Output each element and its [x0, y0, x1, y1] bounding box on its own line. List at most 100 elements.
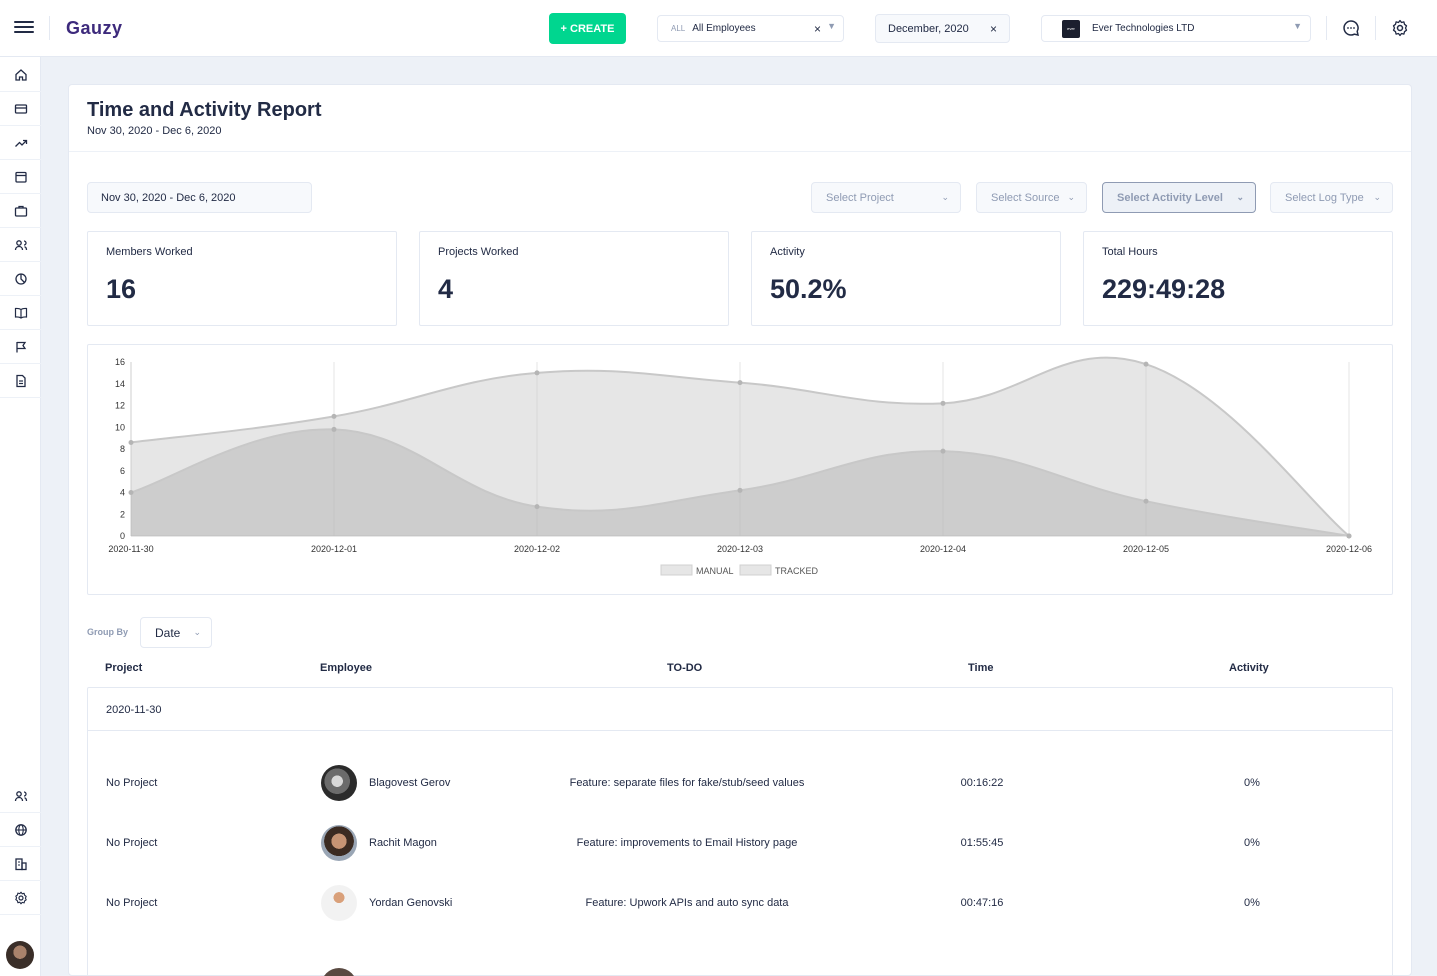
avatar[interactable]	[6, 941, 34, 969]
data-point-manual	[1143, 498, 1149, 504]
stat-value: 50.2%	[770, 274, 847, 304]
organization-name: Ever Technologies LTD	[1092, 23, 1195, 34]
legend-swatch	[660, 564, 693, 576]
menu-icon[interactable]	[14, 18, 34, 38]
flag-icon[interactable]	[0, 330, 41, 364]
cell-todo: Feature: separate files for fake/stub/se…	[569, 777, 805, 789]
legend-swatch	[739, 564, 772, 576]
data-point-tracked	[534, 370, 540, 376]
stat-value: 16	[106, 274, 137, 304]
top-header: Gauzy + CREATE ALL All Employees × ▼ Dec…	[0, 0, 1437, 57]
cell-todo: Feature: Upwork APIs and auto sync data	[585, 897, 789, 909]
employee-select-prefix: ALL	[671, 24, 686, 33]
x-tick-label: 2020-12-01	[311, 544, 357, 554]
cell-activity: 0%	[1244, 777, 1260, 789]
report-card: Time and Activity Report Nov 30, 2020 - …	[68, 84, 1412, 976]
cell-employee: Rachit Magon	[369, 837, 437, 849]
chat-icon[interactable]	[1342, 19, 1360, 37]
y-tick-label: 16	[115, 357, 125, 367]
month-picker-value: December, 2020	[888, 22, 969, 35]
cell-employee: Yordan Genovski	[369, 897, 453, 909]
home-icon[interactable]	[0, 58, 41, 92]
chevron-down-icon: ⌄	[1373, 192, 1381, 202]
avatar	[321, 765, 357, 801]
date-range-input[interactable]: Nov 30, 2020 - Dec 6, 2020	[87, 182, 312, 213]
log-type-select-placeholder: Select Log Type	[1285, 191, 1364, 204]
month-picker[interactable]: December, 2020 ×	[875, 14, 1010, 43]
organization-select[interactable]: ever Ever Technologies LTD ▼	[1041, 15, 1311, 42]
settings-icon[interactable]	[0, 881, 41, 915]
stat-value: 4	[438, 274, 454, 304]
cell-project: No Project	[106, 837, 158, 849]
data-point-tracked	[128, 439, 134, 445]
stat-label: Activity	[770, 246, 805, 258]
book-icon[interactable]	[0, 296, 41, 330]
cell-activity: 0%	[1244, 897, 1260, 909]
stat-total-hours: Total Hours 229:49:28	[1083, 231, 1393, 326]
stat-label: Members Worked	[106, 246, 193, 258]
y-tick-label: 6	[120, 466, 125, 476]
create-button[interactable]: + CREATE	[549, 13, 626, 44]
chevron-down-icon: ⌄	[941, 192, 949, 202]
chevron-down-icon: ▼	[1293, 21, 1302, 31]
avatar	[321, 825, 357, 861]
page-title: Time and Activity Report	[87, 99, 322, 121]
globe-icon[interactable]	[0, 813, 41, 847]
x-tick-label: 2020-11-30	[108, 544, 153, 554]
divider	[69, 151, 1411, 152]
table-row[interactable]	[88, 958, 1392, 976]
clear-icon[interactable]: ×	[814, 22, 821, 36]
data-point-manual	[940, 448, 946, 454]
group-date-label: 2020-11-30	[106, 704, 162, 716]
column-header-todo: TO-DO	[667, 662, 703, 674]
calendar-icon[interactable]	[0, 160, 41, 194]
x-tick-label: 2020-12-05	[1123, 544, 1169, 554]
table-row[interactable]: No Project Rachit Magon Feature: improve…	[88, 823, 1392, 883]
pie-icon[interactable]	[0, 262, 41, 296]
divider	[1375, 16, 1376, 40]
group-by-select[interactable]: Date ⌄	[140, 617, 212, 648]
legend-label: MANUAL	[696, 566, 734, 576]
x-tick-label: 2020-12-03	[717, 544, 763, 554]
cell-employee: Blagovest Gerov	[369, 777, 451, 789]
x-tick-label: 2020-12-02	[514, 544, 560, 554]
clear-icon[interactable]: ×	[990, 22, 997, 36]
report-table: 2020-11-30 No Project Blagovest Gerov Fe…	[87, 687, 1393, 976]
stat-label: Total Hours	[1102, 246, 1158, 258]
chevron-down-icon: ⌄	[1067, 192, 1075, 202]
group-by-value: Date	[155, 625, 181, 640]
table-row[interactable]: No Project Yordan Genovski Feature: Upwo…	[88, 883, 1392, 943]
stat-members-worked: Members Worked 16	[87, 231, 397, 326]
employee-select[interactable]: ALL All Employees × ▼	[657, 15, 844, 42]
data-point-tracked	[1143, 361, 1149, 367]
source-select-placeholder: Select Source	[991, 191, 1060, 204]
source-select[interactable]: Select Source ⌄	[976, 182, 1087, 213]
activity-level-select[interactable]: Select Activity Level ⌄	[1102, 182, 1256, 213]
data-point-tracked	[940, 400, 946, 406]
column-header-activity: Activity	[1229, 662, 1269, 674]
avatar	[321, 885, 357, 921]
y-tick-label: 12	[115, 401, 125, 411]
trending-icon[interactable]	[0, 126, 41, 160]
briefcase-icon[interactable]	[0, 194, 41, 228]
logo[interactable]: Gauzy	[66, 18, 123, 39]
cell-project: No Project	[106, 897, 158, 909]
project-select[interactable]: Select Project ⌄	[811, 182, 961, 213]
people-icon[interactable]	[0, 228, 41, 262]
cell-todo: Feature: improvements to Email History p…	[576, 837, 798, 849]
employee-select-value: All Employees	[692, 23, 756, 34]
people-icon[interactable]	[0, 779, 41, 813]
log-type-select[interactable]: Select Log Type ⌄	[1270, 182, 1393, 213]
cell-time: 01:55:45	[960, 837, 1004, 849]
building-icon[interactable]	[0, 847, 41, 881]
cell-time: 00:47:16	[960, 897, 1004, 909]
data-point-manual	[737, 487, 743, 493]
card-icon[interactable]	[0, 92, 41, 126]
x-tick-label: 2020-12-06	[1326, 544, 1372, 554]
gear-icon[interactable]	[1391, 19, 1409, 37]
chart-svg: 0 2 4 6 8 10 12 14 16 2020-11-30 2020-12-01 2020-12…	[108, 356, 1372, 576]
y-tick-label: 10	[115, 422, 125, 432]
data-point-manual	[128, 490, 134, 495]
file-icon[interactable]	[0, 364, 41, 398]
table-row[interactable]: No Project Blagovest Gerov Feature: sepa…	[88, 763, 1392, 823]
